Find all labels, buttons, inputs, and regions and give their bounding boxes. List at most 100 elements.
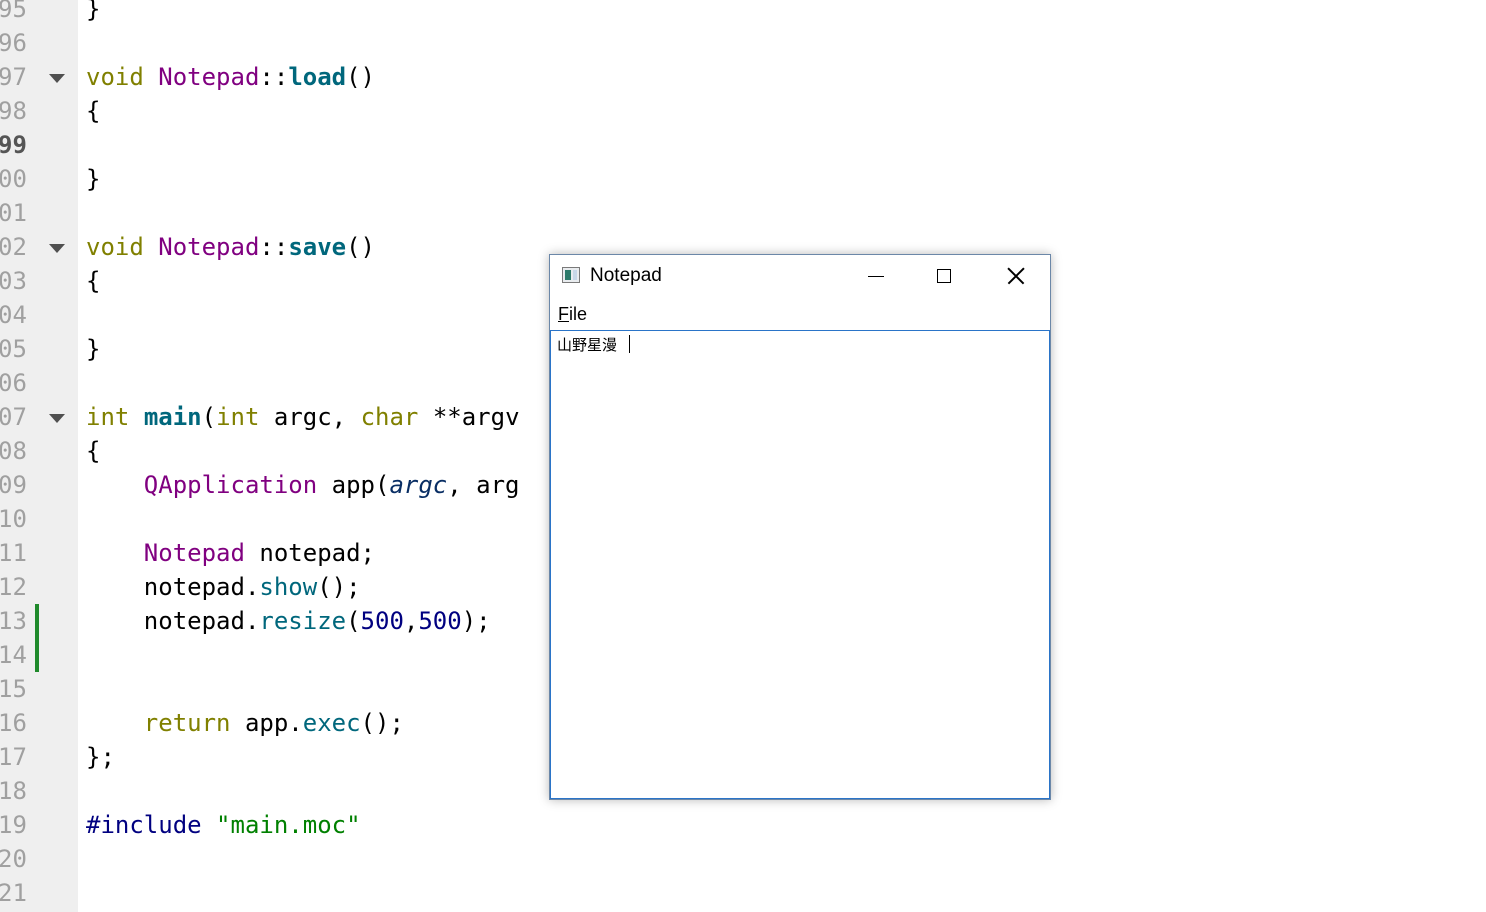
code-line: Notepad notepad;: [86, 536, 375, 570]
code-line: {: [86, 264, 100, 298]
minimize-icon: [868, 276, 884, 277]
code-token: "main.moc": [216, 811, 361, 839]
title-bar[interactable]: Notepad: [550, 255, 1050, 297]
line-number: 09: [0, 471, 27, 499]
code-token: }: [86, 165, 101, 193]
line-number: 17: [0, 743, 27, 771]
line-number: 07: [0, 403, 27, 431]
code-token: }: [86, 335, 101, 363]
code-token: Notepad: [158, 63, 260, 91]
line-number: 18: [0, 777, 27, 805]
line-number: 16: [0, 709, 27, 737]
code-line: notepad.resize(500,500);: [86, 604, 491, 638]
fold-arrow-icon[interactable]: [49, 244, 65, 253]
code-token: app(: [317, 471, 390, 499]
code-line: void Notepad::load(): [86, 60, 375, 94]
maximize-button[interactable]: [910, 255, 978, 297]
window-title: Notepad: [590, 265, 662, 286]
code-token: main: [143, 403, 202, 431]
code-token: {: [86, 97, 101, 125]
line-number: 03: [0, 267, 27, 295]
code-token: argc: [389, 471, 448, 499]
code-line: notepad.show();: [86, 570, 361, 604]
code-token: }: [86, 0, 101, 23]
line-number: 19: [0, 811, 27, 839]
code-token: notepad.: [86, 573, 260, 601]
text-edit-area[interactable]: 山野星漫: [550, 330, 1050, 799]
code-token: (: [201, 403, 217, 431]
line-number: 08: [0, 437, 27, 465]
line-number: 97: [0, 63, 27, 91]
code-token: #include: [86, 811, 202, 839]
code-line: }: [86, 332, 100, 366]
code-token: ();: [360, 709, 404, 737]
menu-file[interactable]: File: [558, 299, 587, 329]
line-number: 15: [0, 675, 27, 703]
code-token: load: [288, 63, 347, 91]
close-button[interactable]: [981, 255, 1049, 297]
maximize-icon: [937, 269, 951, 283]
app-window-icon: [562, 267, 580, 283]
code-line: int main(int argc, char **argv: [86, 400, 520, 434]
code-line: QApplication app(argc, arg: [86, 468, 520, 502]
code-token: (): [346, 233, 376, 261]
code-token: return: [143, 709, 231, 737]
code-token: int: [86, 403, 130, 431]
code-token: **argv: [418, 403, 520, 431]
code-token: ::: [259, 233, 289, 261]
minimize-button[interactable]: [841, 255, 909, 297]
line-number: 01: [0, 199, 27, 227]
code-token: resize: [259, 607, 347, 635]
change-marker: [35, 638, 39, 672]
code-token: {: [86, 437, 101, 465]
line-number: 95: [0, 0, 27, 23]
code-token: , arg: [447, 471, 520, 499]
code-token: QApplication: [143, 471, 318, 499]
code-line: {: [86, 434, 100, 468]
code-token: Notepad: [143, 539, 245, 567]
code-line: #include "main.moc": [86, 808, 361, 842]
line-number: 20: [0, 845, 27, 873]
code-token: ::: [259, 63, 289, 91]
code-token: ();: [317, 573, 361, 601]
code-token: {: [86, 267, 101, 295]
code-line: };: [86, 740, 115, 774]
line-number: 00: [0, 165, 27, 193]
code-line: }: [86, 0, 100, 26]
code-line: void Notepad::save(): [86, 230, 375, 264]
text-caret: [629, 335, 630, 353]
code-token: (): [346, 63, 376, 91]
code-token: exec: [302, 709, 361, 737]
notepad-window: Notepad File 山野星漫: [549, 254, 1051, 800]
line-number: 21: [0, 879, 27, 907]
line-number: 02: [0, 233, 27, 261]
code-token: show: [259, 573, 318, 601]
code-token: argc,: [259, 403, 361, 431]
code-token: 500: [418, 607, 462, 635]
line-number: 14: [0, 641, 27, 669]
line-number: 98: [0, 97, 27, 125]
code-token: notepad;: [244, 539, 375, 567]
code-token: );: [461, 607, 491, 635]
code-token: void: [86, 63, 144, 91]
code-token: char: [360, 403, 419, 431]
line-number: 99: [0, 131, 27, 159]
line-number: 04: [0, 301, 27, 329]
fold-arrow-icon[interactable]: [49, 414, 65, 423]
code-token: (: [346, 607, 361, 635]
code-line: return app.exec();: [86, 706, 404, 740]
code-line: }: [86, 162, 100, 196]
menu-bar: File: [550, 299, 1050, 329]
line-number: 13: [0, 607, 27, 635]
fold-arrow-icon[interactable]: [49, 74, 65, 83]
line-number: 05: [0, 335, 27, 363]
line-number: 10: [0, 505, 27, 533]
line-number: 12: [0, 573, 27, 601]
change-marker: [35, 604, 39, 638]
